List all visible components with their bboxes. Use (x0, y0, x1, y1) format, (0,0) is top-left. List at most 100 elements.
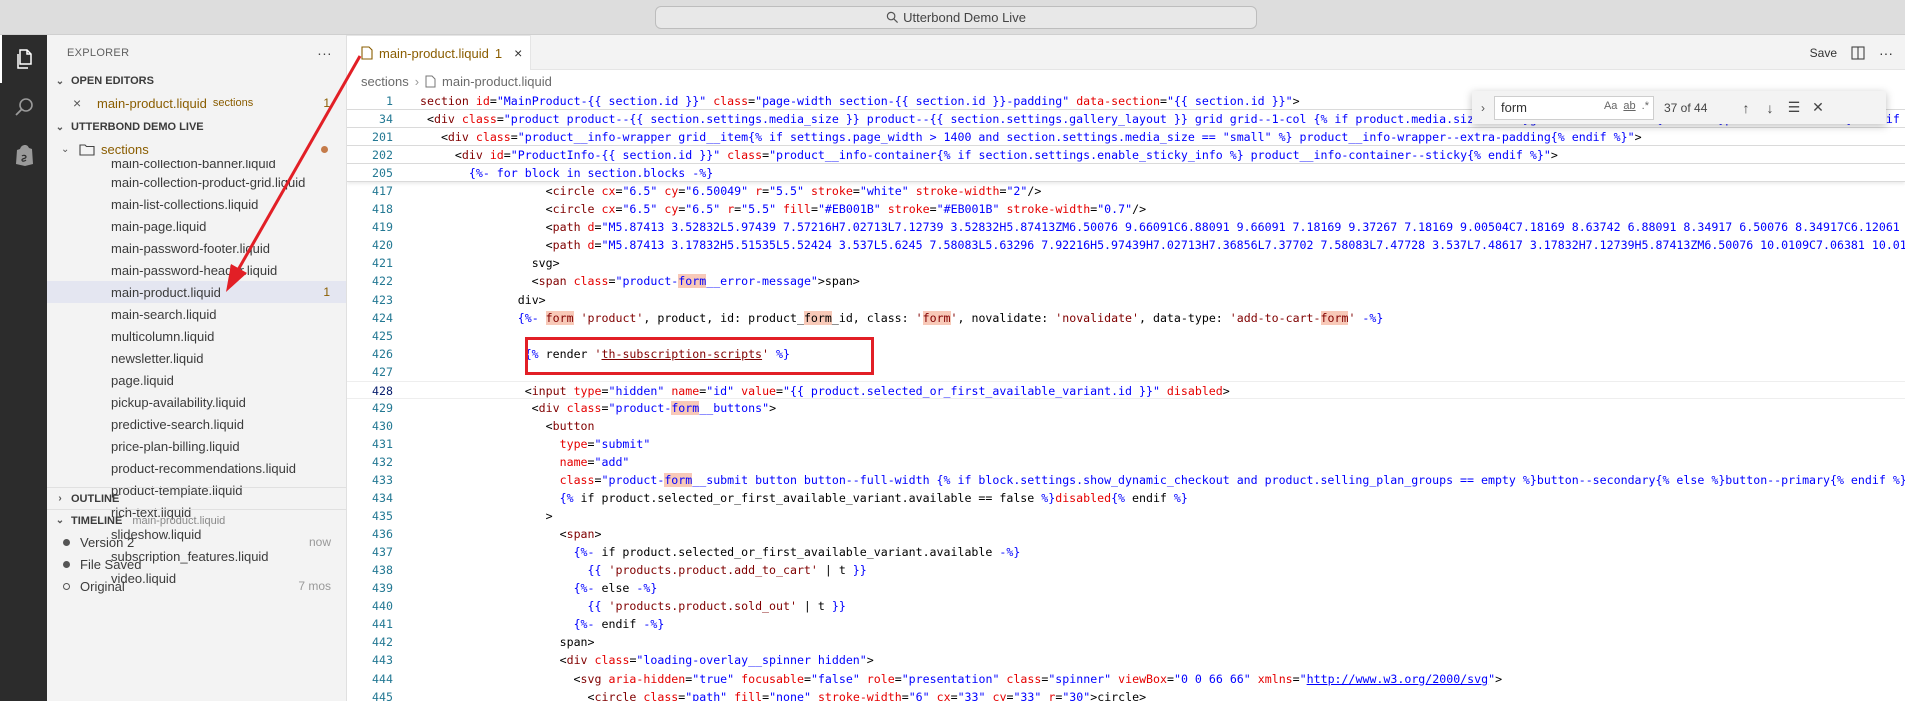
file-item[interactable]: main-password-footer.liquid (47, 237, 346, 259)
open-editor-item[interactable]: × main-product.liquid sections 1 (47, 92, 346, 114)
code-line[interactable]: 435 > (347, 507, 1905, 525)
timeline-label: TIMELINE (71, 514, 123, 527)
more-actions-icon[interactable]: ··· (317, 45, 332, 61)
chevron-right-icon[interactable]: › (1472, 101, 1494, 115)
code-line[interactable]: 445 <circle class="path" fill="none" str… (347, 688, 1905, 701)
line-number: 443 (372, 653, 393, 668)
code-line[interactable]: 439 {%- else -%} (347, 579, 1905, 597)
tab-main-product[interactable]: main-product.liquid 1 × (347, 35, 531, 70)
file-item[interactable]: main-page.liquid (47, 215, 346, 237)
file-label: main-password-footer.liquid (111, 240, 270, 256)
search-icon[interactable] (0, 83, 47, 131)
line-text: type="submit" (559, 436, 651, 451)
timeline-item[interactable]: Version 2 now (47, 531, 346, 553)
file-item[interactable]: newsletter.liquid (47, 347, 346, 369)
file-item[interactable]: main-password-header.liquid (47, 259, 346, 281)
code-line[interactable]: 441 {%- endif -%} (347, 615, 1905, 633)
line-text: {%- if product.selected_or_first_availab… (573, 545, 1021, 560)
arrow-up-icon[interactable]: ↑ (1734, 100, 1758, 116)
file-item[interactable]: main-list-collections.liquid (47, 193, 346, 215)
code-line[interactable]: 437 {%- if product.selected_or_first_ava… (347, 543, 1905, 561)
line-text: {%- form 'product', product, id: product… (517, 310, 1384, 325)
folder-sections[interactable]: ⌄ sections (47, 138, 346, 160)
breadcrumb-item[interactable]: sections (361, 74, 409, 89)
breadcrumb-item[interactable]: main-product.liquid (442, 74, 552, 89)
breadcrumb: sections › main-product.liquid (347, 70, 1905, 92)
code-line[interactable]: 422 <span class="product-form__error-mes… (347, 272, 1905, 290)
selection-icon[interactable]: ☰ (1782, 99, 1806, 116)
file-item[interactable]: main-search.liquid (47, 303, 346, 325)
workspace-header[interactable]: ⌄ UTTERBOND DEMO LIVE (47, 116, 346, 138)
timeline-header[interactable]: ⌄ TIMELINE main-product.liquid (47, 509, 346, 531)
file-item[interactable]: page.liquid (47, 369, 346, 391)
line-number: 437 (372, 545, 393, 560)
timeline-item-label: Version 2 (80, 534, 135, 550)
file-item[interactable]: multicolumn.liquid (47, 325, 346, 347)
file-item[interactable]: predictive-search.liquid (47, 413, 346, 435)
save-button[interactable]: Save (1810, 46, 1837, 60)
timeline-item[interactable]: Original 7 mos (47, 575, 346, 597)
whole-word-toggle[interactable]: ab (1623, 100, 1635, 112)
line-number: 444 (372, 671, 393, 686)
code-line[interactable]: 421 svg> (347, 254, 1905, 272)
code-line[interactable]: 431 type="submit" (347, 435, 1905, 453)
line-text: <svg aria-hidden="true" focusable="false… (420, 671, 1503, 686)
file-item[interactable]: main-product.liquid 1 (47, 281, 346, 303)
code-line[interactable]: 429 <div class="product-form__buttons"> (347, 399, 1905, 417)
timeline-item[interactable]: File Saved (47, 553, 346, 575)
file-item[interactable]: main-collection-banner.liquid (47, 160, 346, 171)
code-line[interactable]: 434 {% if product.selected_or_first_avai… (347, 489, 1905, 507)
code-line[interactable]: 440 {{ 'products.product.sold_out' | t }… (347, 597, 1905, 615)
close-icon[interactable]: × (514, 45, 522, 61)
code-line[interactable]: 423 div> (347, 291, 1905, 309)
file-item[interactable]: price-plan-billing.liquid (47, 435, 346, 457)
close-icon[interactable]: × (73, 95, 87, 111)
file-item[interactable]: product-recommendations.liquid (47, 457, 346, 479)
code-line[interactable]: 417 <circle cx="6.5" cy="6.50049" r="5.5… (347, 182, 1905, 200)
code-line[interactable]: 436 <span> (347, 525, 1905, 543)
file-item[interactable]: pickup-availability.liquid (47, 391, 346, 413)
regex-toggle[interactable]: .* (1642, 100, 1649, 112)
explorer-icon[interactable] (0, 35, 47, 83)
find-input[interactable]: form Aa ab .* (1494, 95, 1654, 120)
line-text: section id="MainProduct-{{ section.id }}… (420, 94, 1300, 108)
code-line[interactable]: 202 <div id="ProductInfo-{{ section.id }… (347, 146, 1905, 165)
line-number: 422 (372, 274, 393, 289)
code-line[interactable]: 442 span> (347, 633, 1905, 651)
open-editors-header[interactable]: ⌄ OPEN EDITORS (47, 70, 346, 92)
code-line[interactable]: 433 class="product-form__submit button b… (347, 471, 1905, 489)
code-line[interactable]: 420 <path d="M5.87413 3.17832H5.51535L5.… (347, 236, 1905, 254)
line-text: <div class="product__info-wrapper grid__… (420, 130, 1642, 145)
code-line[interactable]: 424 {%- form 'product', product, id: pro… (347, 309, 1905, 327)
code-line[interactable]: 432 name="add" (347, 453, 1905, 471)
shopify-icon[interactable] (0, 131, 47, 179)
match-case-toggle[interactable]: Aa (1604, 100, 1617, 112)
command-center[interactable]: Utterbond Demo Live (655, 6, 1257, 29)
chevron-down-icon: ⌄ (55, 515, 65, 526)
timeline-bullet (63, 582, 70, 590)
file-label: price-plan-billing.liquid (111, 438, 240, 454)
line-number: 420 (372, 238, 393, 253)
code-line[interactable]: 201 <div class="product__info-wrapper gr… (347, 128, 1905, 147)
more-actions-icon[interactable]: ··· (1879, 45, 1893, 61)
file-label: main-page.liquid (111, 218, 207, 234)
code-line[interactable]: 444 <svg aria-hidden="true" focusable="f… (347, 670, 1905, 688)
line-text: <circle cx="6.5" cy="6.50049" r="5.5" st… (420, 184, 1042, 199)
split-editor-icon[interactable] (1851, 45, 1865, 60)
arrow-down-icon[interactable]: ↓ (1758, 100, 1782, 116)
code-line[interactable]: 418 <circle cx="6.5" cy="6.5" r="5.5" fi… (347, 200, 1905, 218)
code-view[interactable]: 1 section id="MainProduct-{{ section.id }… (347, 92, 1905, 701)
code-line[interactable]: 443 <div class="loading-overlay__spinner… (347, 651, 1905, 669)
file-label: main-search.liquid (111, 306, 217, 322)
code-line[interactable]: 438 {{ 'products.product.add_to_cart' | … (347, 561, 1905, 579)
code-line[interactable]: 430 <button (347, 417, 1905, 435)
outline-header[interactable]: › OUTLINE (47, 487, 346, 509)
code-line[interactable]: 428 <input type="hidden" name="id" value… (347, 380, 1905, 399)
timeline-item-label: Original (80, 578, 125, 594)
line-number: 427 (372, 364, 393, 379)
close-icon[interactable]: ✕ (1806, 99, 1830, 116)
file-item[interactable]: main-collection-product-grid.liquid (47, 171, 346, 193)
code-line[interactable]: 205 {%- for block in section.blocks -%} (347, 164, 1905, 183)
code-line[interactable]: 419 <path d="M5.87413 3.52832L5.97439 7.… (347, 218, 1905, 236)
line-number: 430 (372, 418, 393, 433)
